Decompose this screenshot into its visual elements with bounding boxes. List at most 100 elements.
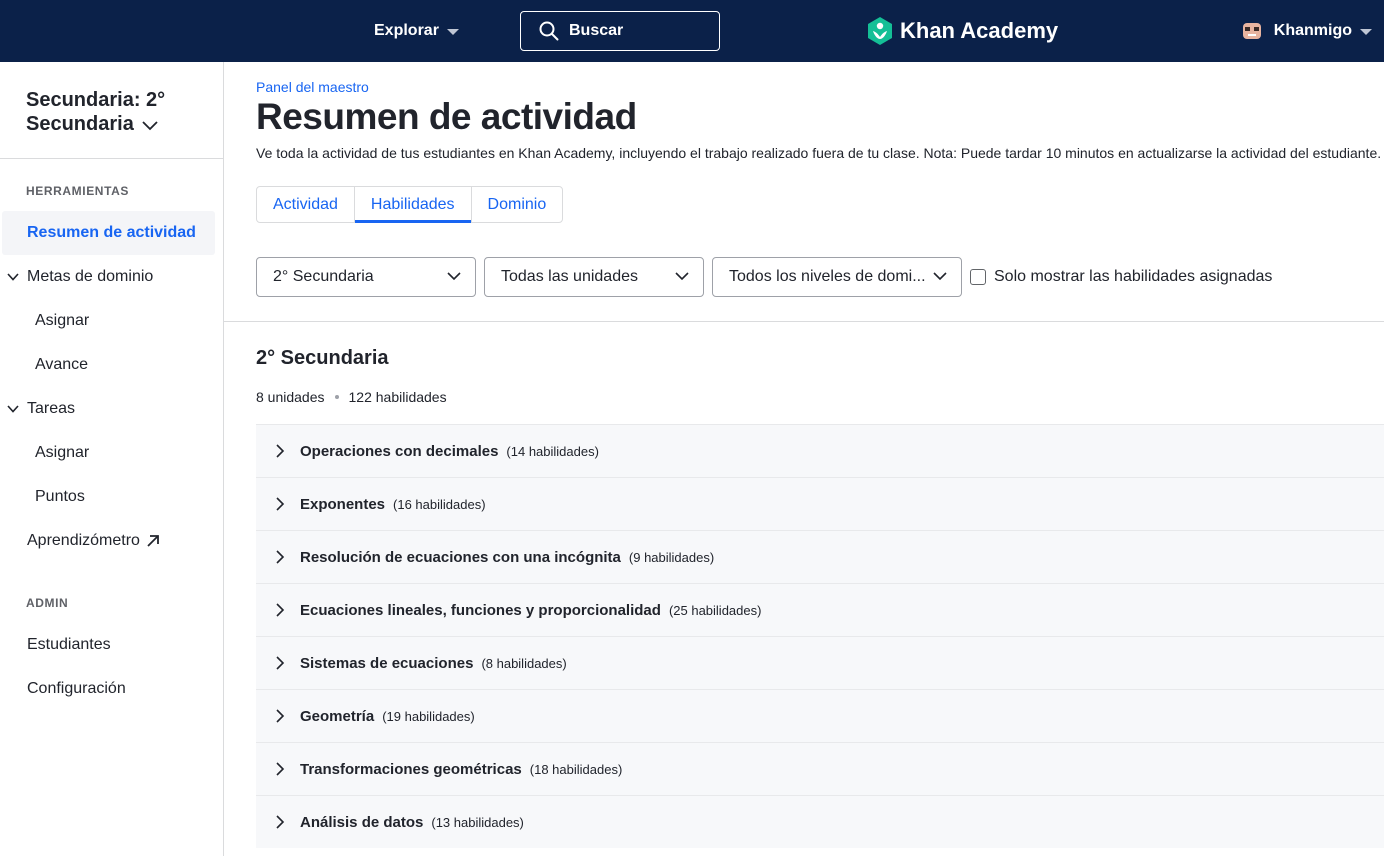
sidebar-item-label: Asignar bbox=[35, 312, 90, 329]
unit-name: Transformaciones geométricas bbox=[300, 760, 522, 778]
page-title: Resumen de actividad bbox=[256, 96, 637, 137]
unit-skill-count: (8 habilidades) bbox=[481, 655, 567, 671]
units-dropdown[interactable]: Todas las unidades bbox=[484, 257, 704, 297]
sidebar-item-mastery-goals[interactable]: Metas de dominio bbox=[7, 255, 153, 299]
content-divider bbox=[224, 321, 1384, 322]
levels-dropdown-value: Todos los niveles de domi... bbox=[729, 268, 926, 285]
sidebar-item-learning-meter[interactable]: Aprendizómetro bbox=[27, 519, 160, 563]
unit-name: Operaciones con decimales bbox=[300, 442, 499, 460]
unit-skill-count: (13 habilidades) bbox=[431, 814, 524, 830]
unit-skill-count: (25 habilidades) bbox=[668, 602, 762, 618]
caret-down-icon bbox=[1360, 29, 1372, 35]
unit-skill-count: (19 habilidades) bbox=[382, 708, 475, 724]
chevron-right-icon bbox=[276, 762, 285, 776]
grade-dropdown-value: 2° Secundaria bbox=[273, 268, 374, 285]
sidebar-item-label: Configuración bbox=[27, 680, 126, 697]
khanmigo-menu[interactable]: Khanmigo bbox=[1242, 0, 1372, 62]
unit-row[interactable]: Exponentes (16 habilidades) bbox=[256, 477, 1384, 530]
unit-name: Sistemas de ecuaciones bbox=[300, 654, 474, 672]
unit-row[interactable]: Operaciones con decimales (14 habilidade… bbox=[256, 424, 1384, 477]
sidebar-item-label: Avance bbox=[35, 356, 89, 373]
sidebar-item-activity-overview[interactable]: Resumen de actividad bbox=[2, 211, 215, 255]
khan-logo-icon bbox=[868, 17, 892, 45]
chevron-down-icon bbox=[7, 273, 19, 281]
admin-heading: ADMIN bbox=[26, 596, 69, 610]
separator-dot bbox=[334, 395, 339, 399]
assigned-only-label: Solo mostrar las habilidades asignadas bbox=[994, 268, 1273, 285]
sidebar-item-label: Resumen de actividad bbox=[27, 224, 196, 241]
chevron-down-icon bbox=[7, 405, 19, 413]
tools-heading: HERRAMIENTAS bbox=[26, 184, 129, 198]
breadcrumb[interactable]: Panel del maestro bbox=[256, 79, 369, 95]
tab-mastery[interactable]: Dominio bbox=[472, 187, 563, 222]
chevron-right-icon bbox=[276, 603, 285, 617]
unit-list: Operaciones con decimales (14 habilidade… bbox=[256, 424, 1384, 848]
unit-row[interactable]: Geometría (19 habilidades) bbox=[256, 689, 1384, 742]
top-navigation: Explorar Buscar Khan Academy Khanmigo bbox=[0, 0, 1384, 62]
logo-text: Khan Academy bbox=[900, 18, 1059, 43]
sidebar-item-assignments-assign[interactable]: Asignar bbox=[35, 431, 89, 475]
skills-count: 122 habilidades bbox=[348, 389, 447, 405]
sidebar-item-label: Estudiantes bbox=[27, 636, 111, 653]
chevron-right-icon bbox=[276, 815, 285, 829]
explore-label: Explorar bbox=[374, 22, 439, 39]
tab-activity[interactable]: Actividad bbox=[257, 187, 355, 222]
unit-skill-count: (9 habilidades) bbox=[628, 549, 715, 565]
sidebar-item-mastery-progress[interactable]: Avance bbox=[35, 343, 88, 387]
chevron-right-icon bbox=[276, 497, 285, 511]
sidebar: Secundaria: 2° Secundaria HERRAMIENTAS R… bbox=[0, 62, 224, 856]
external-link-icon bbox=[147, 535, 159, 547]
grade-dropdown[interactable]: 2° Secundaria bbox=[256, 257, 476, 297]
sidebar-item-mastery-assign[interactable]: Asignar bbox=[35, 299, 89, 343]
unit-name: Exponentes bbox=[300, 495, 386, 513]
grade-section-title: 2° Secundaria bbox=[256, 347, 389, 369]
assigned-only-filter[interactable]: Solo mostrar las habilidades asignadas bbox=[970, 268, 1272, 286]
chevron-down-icon bbox=[447, 272, 461, 281]
unit-name: Geometría bbox=[300, 707, 375, 725]
assigned-only-checkbox[interactable] bbox=[970, 269, 986, 285]
sidebar-item-label: Puntos bbox=[35, 488, 85, 505]
search-label: Buscar bbox=[569, 22, 624, 39]
unit-row[interactable]: Sistemas de ecuaciones (8 habilidades) bbox=[256, 636, 1384, 689]
sidebar-item-assignments-scores[interactable]: Puntos bbox=[35, 475, 85, 519]
chevron-down-icon bbox=[933, 272, 947, 281]
chevron-right-icon bbox=[276, 709, 285, 723]
grade-section-meta: 8 unidades 122 habilidades bbox=[256, 389, 447, 405]
sidebar-item-students[interactable]: Estudiantes bbox=[27, 623, 111, 667]
unit-row[interactable]: Resolución de ecuaciones con una incógni… bbox=[256, 530, 1384, 583]
unit-name: Análisis de datos bbox=[300, 813, 424, 831]
unit-name: Ecuaciones lineales, funciones y proporc… bbox=[300, 601, 661, 619]
chevron-right-icon bbox=[276, 550, 285, 564]
sidebar-item-label: Aprendizómetro bbox=[27, 532, 140, 549]
khan-academy-logo[interactable]: Khan Academy bbox=[866, 0, 1058, 62]
chevron-down-icon bbox=[675, 272, 689, 281]
mastery-levels-dropdown[interactable]: Todos los niveles de domi... bbox=[712, 257, 962, 297]
class-selector[interactable]: Secundaria: 2° Secundaria bbox=[26, 88, 206, 136]
sidebar-item-label: Metas de dominio bbox=[27, 268, 154, 285]
chevron-right-icon bbox=[276, 656, 285, 670]
khanmigo-avatar-icon bbox=[1242, 23, 1261, 39]
sidebar-item-label: Tareas bbox=[27, 400, 76, 417]
unit-row[interactable]: Transformaciones geométricas (18 habilid… bbox=[256, 742, 1384, 795]
sidebar-divider bbox=[0, 158, 223, 159]
sidebar-item-label: Asignar bbox=[35, 444, 90, 461]
search-button[interactable]: Buscar bbox=[520, 11, 720, 51]
unit-row[interactable]: Ecuaciones lineales, funciones y proporc… bbox=[256, 583, 1384, 636]
explore-menu[interactable]: Explorar bbox=[374, 0, 459, 62]
units-dropdown-value: Todas las unidades bbox=[501, 268, 638, 285]
page-description: Ve toda la actividad de tus estudiantes … bbox=[256, 145, 1382, 161]
unit-row[interactable]: Análisis de datos (13 habilidades) bbox=[256, 795, 1384, 848]
unit-name: Resolución de ecuaciones con una incógni… bbox=[300, 548, 621, 566]
unit-skill-count: (18 habilidades) bbox=[529, 761, 623, 777]
sidebar-item-settings[interactable]: Configuración bbox=[27, 667, 126, 711]
caret-down-icon bbox=[446, 29, 459, 35]
unit-skill-count: (14 habilidades) bbox=[506, 443, 599, 459]
khanmigo-label: Khanmigo bbox=[1273, 22, 1352, 39]
units-count: 8 unidades bbox=[256, 389, 325, 405]
tab-bar: Actividad Habilidades Dominio bbox=[256, 186, 564, 223]
sidebar-item-assignments[interactable]: Tareas bbox=[7, 387, 75, 431]
unit-skill-count: (16 habilidades) bbox=[393, 496, 486, 512]
tab-skills[interactable]: Habilidades bbox=[354, 187, 472, 223]
chevron-down-icon bbox=[142, 121, 159, 130]
search-icon bbox=[539, 21, 559, 41]
